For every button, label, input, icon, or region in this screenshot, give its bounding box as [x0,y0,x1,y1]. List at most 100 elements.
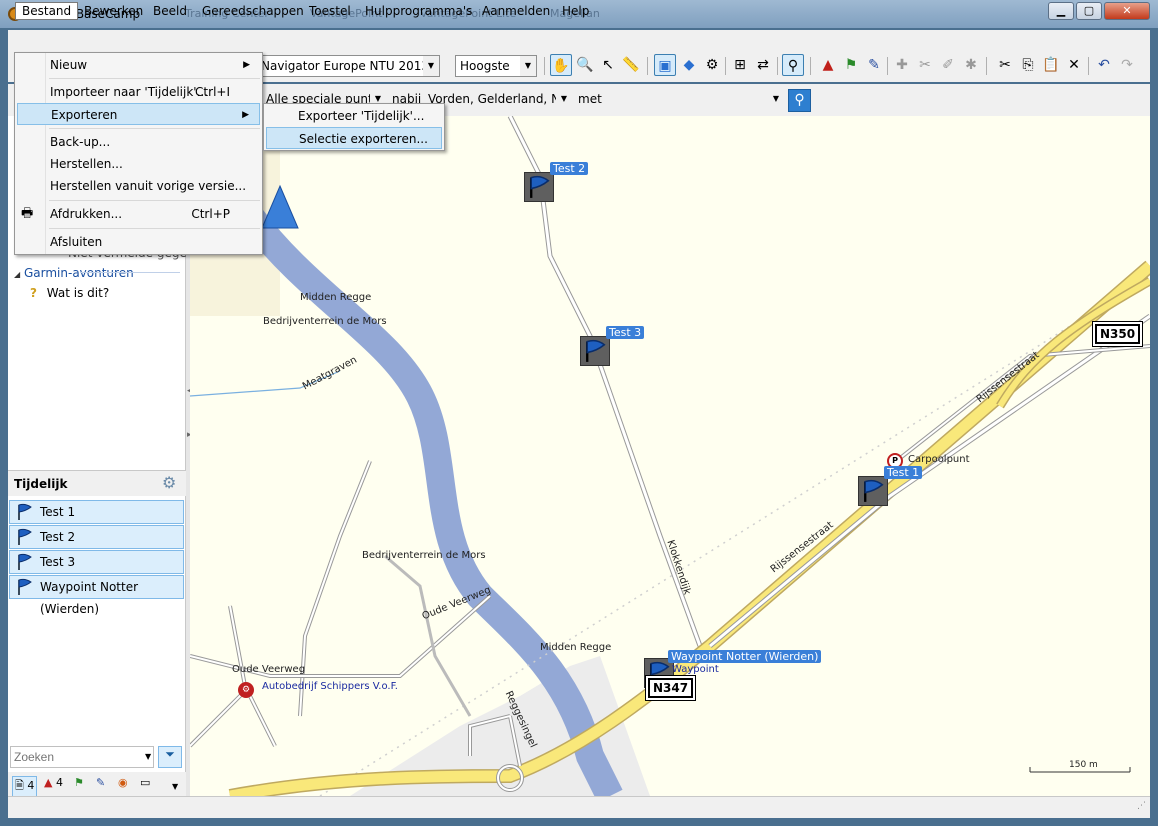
adventure-tab-icon[interactable]: ◉ [118,776,128,789]
blue-flag-icon [18,503,32,520]
menu-item-herstellen[interactable]: Herstellen... [17,153,260,175]
menu-item-herstellen-vorige[interactable]: Herstellen vanuit vorige versie... [17,175,260,197]
detail-select[interactable]: Hoogste ▼ [455,55,537,77]
waypoint-marker[interactable] [580,336,610,366]
join-icon[interactable]: ✱ [960,54,982,76]
search-icon: ⚲ [794,92,805,108]
new-track-icon[interactable]: ▲ [817,54,839,76]
menu-gereedschappen[interactable]: Gereedschappen [196,3,310,21]
chevron-down-icon: ▼ [423,56,439,76]
location-value: Vorden, Gelderland, NLD [428,92,572,106]
menu-item-exporteer-tijdelijk[interactable]: Exporteer 'Tijdelijk'... [266,105,442,127]
3d-view-icon[interactable]: ◆ [678,54,700,76]
hand-tool-icon[interactable]: ✋ [550,54,572,76]
select-tool-icon[interactable]: ↖ [597,54,619,76]
map-product-select[interactable]: Navigator Europe NTU 2013.2 ▼ [256,55,440,77]
menu-hulpprogrammas[interactable]: Hulpprogramma's [359,3,478,21]
menu-item-exporteren[interactable]: Exporteren ▶ [17,103,260,125]
menu-bewerken[interactable]: Bewerken [78,3,149,21]
sync-icon[interactable]: ⇄ [752,54,774,76]
waypoint-label[interactable]: Test 3 [606,326,645,339]
chevron-down-icon[interactable]: ▼ [172,782,178,791]
list-item[interactable]: Test 3 [9,550,184,574]
menu-toestel[interactable]: Toestel [303,3,357,21]
map-label: Carpoolpunt [908,454,970,465]
road-shield-n350: N350 [1095,324,1141,344]
filter-button[interactable]: ⏷ [158,746,182,768]
menu-item-label: Afsluiten [50,235,103,249]
scale-label: 150 m [1069,760,1098,770]
measure-tool-icon[interactable]: 📏 [620,54,642,76]
zoom-extent-icon[interactable]: ⊞ [729,54,751,76]
map-view[interactable]: Midden Regge Bedrijventerrein de Mors Me… [190,116,1150,796]
tree-item-label: Wat is dit? [46,286,110,300]
tab-waypoints[interactable]: 🗎 4 [12,776,38,797]
menu-item-shortcut: Ctrl+I [195,85,230,99]
divide-icon[interactable]: ✂ [914,54,936,76]
toolbar-separator [647,57,648,75]
tijdelijk-header: Tijdelijk ⚙ [8,470,186,496]
toolbar-separator [1088,57,1089,75]
binoculars-icon[interactable]: ⚲ [782,54,804,76]
toolbar-separator [777,57,778,75]
menu-item-nieuw[interactable]: Nieuw ▶ [17,54,260,76]
2d-view-icon[interactable]: ▣ [654,54,676,76]
paste-icon[interactable]: 📋 [1040,54,1062,76]
chevron-down-icon[interactable]: ▼ [145,752,151,761]
new-waypoint-icon[interactable]: ✎ [863,54,885,76]
waypoint-label[interactable]: Test 1 [884,466,923,479]
car-dealer-icon[interactable]: ⚙ [238,682,254,698]
map-label: Oude Veerweg [232,664,306,675]
search-input[interactable] [10,746,154,768]
resize-grip-icon[interactable]: ⋰ [1137,801,1146,811]
blue-flag-icon [18,553,32,570]
poi-search-input[interactable]: ▼ [606,89,784,111]
printer-icon: 🖶 [21,206,34,221]
tab-tracks[interactable]: ▲ 4 [44,776,63,789]
copy-icon[interactable]: ⎘ [1017,54,1039,76]
menu-item-afdrukken[interactable]: 🖶 Afdrukken... Ctrl+P [17,203,260,225]
waypoint-label[interactable]: Waypoint Notter (Wierden) [668,650,822,663]
menu-item-importeer[interactable]: Importeer naar 'Tijdelijk'... Ctrl+I [17,81,260,103]
zoom-tool-icon[interactable]: 🔍 [574,54,596,76]
menu-item-afsluiten[interactable]: Afsluiten [17,231,260,253]
list-item-label: Test 2 [40,530,76,544]
tijdelijk-title: Tijdelijk [14,477,68,491]
menu-item-shortcut: Ctrl+P [191,207,230,221]
menu-aanmelden[interactable]: Aanmelden [476,3,556,21]
search-button[interactable]: ⚲ [788,89,811,112]
menu-bestand[interactable]: Bestand [15,2,79,20]
gear-icon[interactable]: ⚙ [162,473,176,492]
maximize-button[interactable]: ▢ [1076,2,1102,20]
geocache-tab-icon[interactable]: ✎ [96,776,105,789]
waypoint-marker[interactable] [524,172,554,202]
tree-item-what-is-this[interactable]: ? Wat is dit? [30,286,109,300]
menu-item-backup[interactable]: Back-up... [17,131,260,153]
tree-group-adventures[interactable]: ◢ Garmin-avonturen [14,266,134,280]
new-route-icon[interactable]: ⚑ [840,54,862,76]
erase-icon[interactable]: ✐ [937,54,959,76]
menu-item-label: Herstellen vanuit vorige versie... [50,179,247,193]
undo-icon[interactable]: ↶ [1093,54,1115,76]
minimize-button[interactable]: ▁ [1048,2,1074,20]
close-button[interactable]: ✕ [1104,2,1150,20]
waypoint-label[interactable]: Test 2 [550,162,589,175]
list-item[interactable]: Test 1 [9,500,184,524]
submenu-arrow-icon: ▶ [242,110,249,120]
redo-icon[interactable]: ↷ [1116,54,1138,76]
map-options-icon[interactable]: ⚙ [701,54,723,76]
location-select[interactable]: Vorden, Gelderland, NLD ▼ [424,89,572,111]
menu-item-selectie-exporteren[interactable]: Selectie exporteren... [266,127,442,149]
delete-icon[interactable]: ✕ [1063,54,1085,76]
photo-tab-icon[interactable]: ▭ [140,776,150,789]
menu-beeld[interactable]: Beeld [147,3,193,21]
list-item[interactable]: Waypoint Notter (Wierden) [9,575,184,616]
list-item[interactable]: Test 2 [9,525,184,549]
menu-separator [49,200,260,201]
menu-help[interactable]: Help [556,3,595,21]
insert-icon[interactable]: ✚ [891,54,913,76]
waypoint-marker[interactable] [858,476,888,506]
cut-icon[interactable]: ✂ [994,54,1016,76]
route-tab-icon[interactable]: ⚑ [74,776,84,789]
map-label: Autobedrijf Schippers V.o.F. [262,681,398,692]
